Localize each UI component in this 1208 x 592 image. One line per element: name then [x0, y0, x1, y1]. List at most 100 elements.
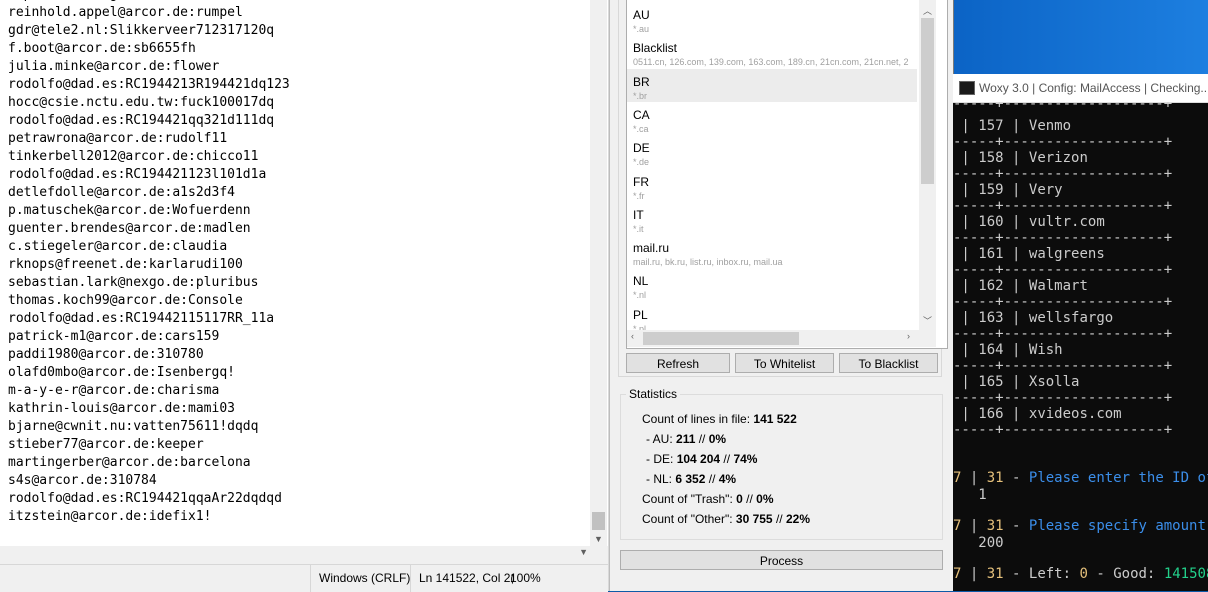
- left-label: - Left:: [1012, 566, 1072, 582]
- good-label: - Good:: [1096, 566, 1156, 582]
- config-row: | 165 | Xsolla: [953, 374, 1079, 390]
- list-item[interactable]: CA *.ca: [627, 102, 917, 135]
- text-line: patrick-m1@arcor.de:cars159: [8, 329, 220, 344]
- console-text: -: [1003, 518, 1029, 534]
- notepad-window: dap@arcor.de:genitalreinhold.appel@arcor…: [0, 0, 609, 592]
- config-row: | 161 | walgreens: [953, 246, 1104, 262]
- text-line: itzstein@arcor.de:idefix1!: [8, 509, 212, 524]
- console-text: -----+-------------------+: [953, 262, 1173, 278]
- to-blacklist-button[interactable]: To Blacklist: [839, 353, 938, 373]
- list-item[interactable]: AU *.au: [627, 2, 917, 35]
- scroll-down-arrow-icon[interactable]: ▼: [579, 547, 588, 557]
- table-separator: -----+-------------------+: [953, 166, 1172, 182]
- notepad-lines: dap@arcor.de:genitalreinhold.appel@arcor…: [8, 0, 290, 526]
- console-text: -----+-------------------+: [953, 230, 1173, 246]
- console-text: -----+-------------------+: [953, 390, 1173, 406]
- console-text: |: [953, 214, 979, 230]
- config-id: 160: [978, 214, 1004, 230]
- answer-line: 200: [953, 535, 1003, 551]
- to-whitelist-button[interactable]: To Whitelist: [735, 353, 834, 373]
- config-name: wellsfargo: [1028, 310, 1114, 326]
- console-text: -----+-------------------+: [953, 198, 1173, 214]
- console-window: Woxy 3.0 | Config: MailAccess | Checking…: [953, 74, 1208, 591]
- config-window: AU *.au Blacklist 0511.cn, 126.com, 139.com…: [609, 0, 954, 591]
- text-line: rodolfo@dad.es:RC194421123l101d1a: [8, 167, 267, 182]
- list-item-domains: mail.ru, bk.ru, list.ru, inbox.ru, mail.…: [633, 257, 783, 268]
- prompt-text: Please enter the ID of: [1028, 470, 1208, 486]
- console-title: Woxy 3.0 | Config: MailAccess | Checking…: [979, 81, 1208, 95]
- config-row: | 166 | xvideos.com: [953, 406, 1121, 422]
- list-item[interactable]: IT *.it: [627, 202, 917, 235]
- console-text: |: [961, 470, 987, 486]
- console-text: |: [953, 342, 979, 358]
- list-item[interactable]: mail.ru mail.ru, bk.ru, list.ru, inbox.ru…: [627, 235, 917, 268]
- notepad-text-area[interactable]: dap@arcor.de:genitalreinhold.appel@arcor…: [0, 0, 590, 546]
- text-line: julia.minke@arcor.de:flower: [8, 59, 220, 74]
- config-id: 162: [978, 278, 1004, 294]
- list-item[interactable]: BR *.br: [627, 68, 917, 102]
- text-line: rodolfo@dad.es:RC19442115117RR_11a: [8, 311, 275, 326]
- scroll-right-arrow-icon[interactable]: ›: [907, 331, 910, 341]
- list-item-name: AU: [633, 8, 650, 22]
- notepad-status-bar: Windows (CRLF) Ln 141522, Col 2( 100%: [0, 564, 608, 592]
- table-separator: -----+-------------------+: [953, 198, 1172, 214]
- scroll-down-arrow-icon[interactable]: ▼: [590, 532, 607, 546]
- refresh-button[interactable]: Refresh: [626, 353, 730, 373]
- table-separator: -----+-------------------+: [953, 134, 1172, 150]
- console-title-bar[interactable]: Woxy 3.0 | Config: MailAccess | Checking…: [953, 74, 1208, 103]
- prompt-line: 7 | 31 - Please enter the ID of: [953, 470, 1208, 486]
- stat-trash-row: Count of "Trash": 0 // 0%: [642, 492, 774, 506]
- list-item-domains: *.br: [633, 90, 648, 101]
- config-id: 157: [978, 118, 1004, 134]
- console-text: -----+-------------------+: [953, 358, 1173, 374]
- notepad-horizontal-scrollbar[interactable]: ▼: [0, 546, 608, 564]
- scrollbar-thumb[interactable]: [921, 18, 934, 184]
- list-vertical-scrollbar[interactable]: ︿ ﹀: [919, 0, 936, 330]
- list-item[interactable]: Blacklist 0511.cn, 126.com, 139.com, 163.…: [627, 35, 917, 68]
- scrollbar-thumb[interactable]: [643, 332, 799, 345]
- list-horizontal-scrollbar[interactable]: ‹ ›: [627, 330, 919, 347]
- config-row: | 157 | Venmo: [953, 118, 1071, 134]
- table-separator: -----+-------------------+: [953, 390, 1172, 406]
- console-text: |: [1003, 342, 1029, 358]
- stat-other-row: Count of "Other": 30 755 // 22%: [642, 512, 810, 526]
- stat-au-row: - AU: 211 // 0%: [646, 432, 727, 446]
- list-item-domains: *.de: [633, 157, 650, 168]
- list-item-name: IT: [633, 207, 644, 222]
- notepad-vertical-scrollbar[interactable]: ▼: [590, 0, 607, 546]
- list-item-name: FR: [633, 174, 649, 189]
- progress-line: 7 | 31 - Left: 0 - Good: 141508: [953, 566, 1208, 582]
- console-text: |: [953, 310, 979, 326]
- table-separator: -----+-------------------+: [953, 422, 1172, 438]
- list-item-domains: *.it: [633, 223, 644, 234]
- console-text: |: [1003, 310, 1029, 326]
- list-item[interactable]: FR *.fr: [627, 169, 917, 202]
- text-line: reinhold.appel@arcor.de:rumpel: [8, 5, 243, 20]
- scroll-up-arrow-icon[interactable]: ︿: [919, 4, 936, 17]
- table-separator: -----+-------------------+: [953, 230, 1172, 246]
- console-text: |: [953, 406, 979, 422]
- console-text: 31: [986, 470, 1004, 486]
- scrollbar-thumb[interactable]: [592, 512, 605, 530]
- list-item-domains: *.nl: [633, 290, 647, 301]
- scroll-left-arrow-icon[interactable]: ‹: [631, 331, 634, 341]
- list-item[interactable]: NL *.nl: [627, 268, 917, 301]
- console-text: -: [1003, 470, 1029, 486]
- text-line: rodolfo@dad.es:RC1944213R194421dq123: [8, 77, 290, 92]
- console-text: |: [953, 118, 979, 134]
- console-text: 31: [986, 518, 1004, 534]
- list-item-name: Blacklist: [633, 41, 678, 56]
- scroll-down-arrow-icon[interactable]: ﹀: [919, 314, 936, 327]
- domain-list[interactable]: AU *.au Blacklist 0511.cn, 126.com, 139.com…: [626, 0, 948, 349]
- config-id: 161: [978, 246, 1004, 262]
- config-id: 165: [978, 374, 1004, 390]
- list-item[interactable]: DE *.de: [627, 135, 917, 168]
- config-id: 163: [978, 310, 1004, 326]
- config-row: | 162 | Walmart: [953, 278, 1087, 294]
- process-button[interactable]: Process: [620, 550, 943, 570]
- text-line: petrawrona@arcor.de:rudolf11: [8, 131, 228, 146]
- console-text: |: [953, 374, 979, 390]
- encoding-status: Windows (CRLF): [310, 565, 415, 592]
- table-separator: -----+-------------------+: [953, 326, 1172, 342]
